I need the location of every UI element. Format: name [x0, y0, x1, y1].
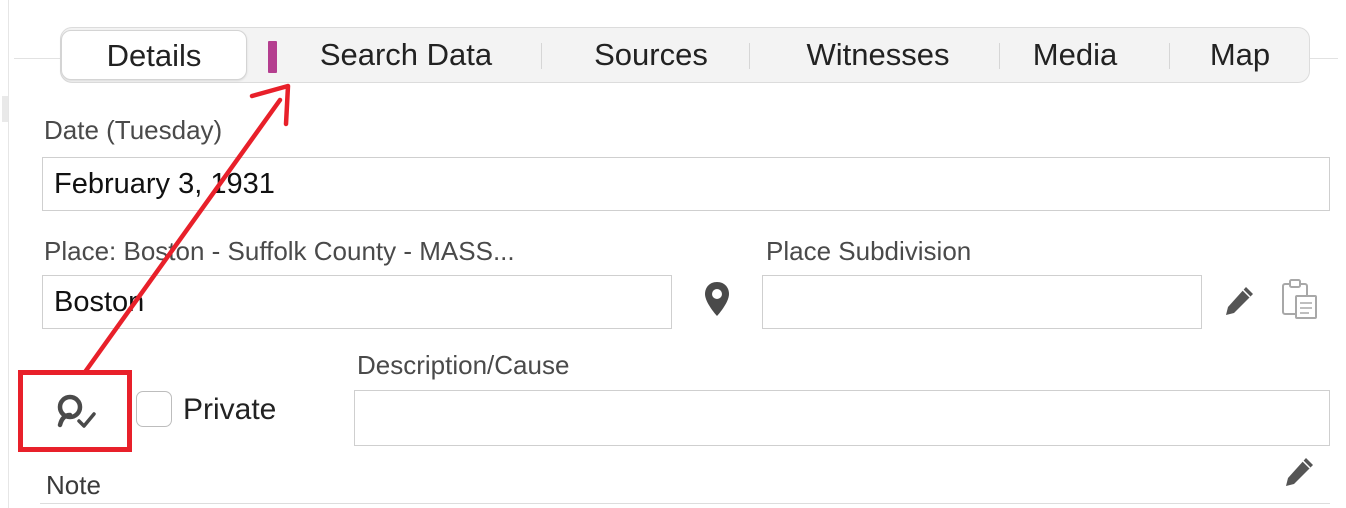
- tab-sources[interactable]: Sources: [561, 28, 741, 82]
- map-pin-icon[interactable]: [702, 280, 732, 320]
- description-label: Description/Cause: [357, 350, 570, 380]
- place-subdivision-field[interactable]: [762, 275, 1202, 329]
- note-label: Note: [46, 470, 101, 500]
- private-label: Private: [183, 393, 277, 426]
- date-label: Date (Tuesday): [44, 115, 223, 145]
- tab-search-data[interactable]: Search Data: [293, 28, 519, 82]
- note-pencil-icon[interactable]: [1282, 455, 1316, 489]
- tab-separator: [749, 43, 750, 69]
- tab-map[interactable]: Map: [1185, 28, 1295, 82]
- private-checkbox[interactable]: [136, 391, 172, 427]
- place-subdivision-label: Place Subdivision: [766, 236, 972, 266]
- tab-separator: [541, 43, 542, 69]
- place-field[interactable]: Boston: [42, 275, 672, 329]
- date-field[interactable]: February 3, 1931: [42, 157, 1330, 211]
- tab-separator: [999, 43, 1000, 69]
- event-editor: Details Search Data Sources Witnesses Me…: [0, 0, 1346, 508]
- tab-details[interactable]: Details: [61, 30, 247, 80]
- tab-separator: [1169, 43, 1170, 69]
- window-edge-notch: [2, 96, 8, 122]
- tab-bar: Details Search Data Sources Witnesses Me…: [60, 27, 1310, 83]
- search-data-marker: [268, 41, 277, 73]
- pencil-icon[interactable]: [1222, 284, 1256, 318]
- description-field[interactable]: [354, 390, 1330, 446]
- annotation-highlight-box: [18, 370, 132, 452]
- tab-media[interactable]: Media: [1017, 28, 1133, 82]
- place-label: Place: Boston - Suffolk County - MASS...: [44, 236, 515, 266]
- panel-divider: [1308, 58, 1338, 59]
- note-field-top: [40, 503, 1330, 504]
- panel-divider: [14, 58, 64, 59]
- tab-witnesses[interactable]: Witnesses: [767, 28, 989, 82]
- clipboard-icon[interactable]: [1280, 278, 1322, 322]
- window-edge: [8, 0, 9, 508]
